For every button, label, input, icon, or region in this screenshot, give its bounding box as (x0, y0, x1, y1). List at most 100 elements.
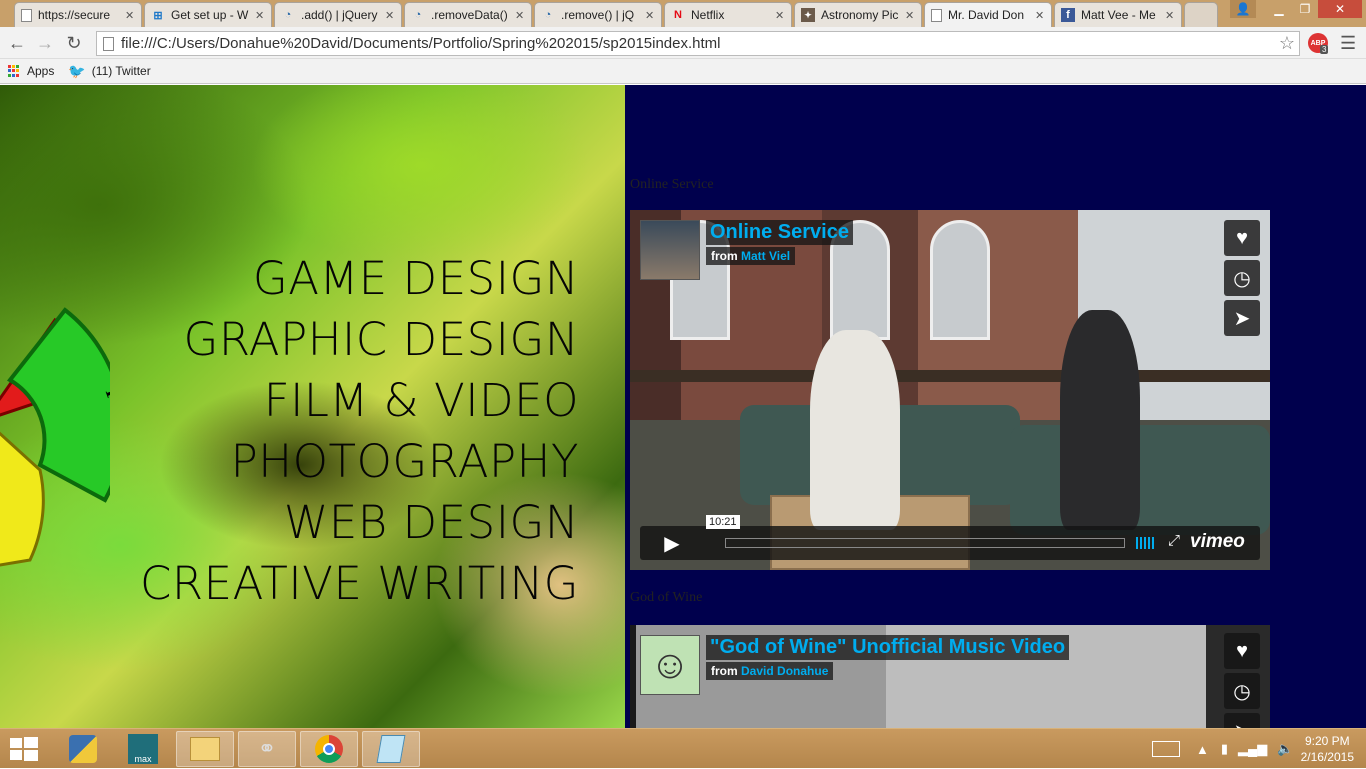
close-icon[interactable]: ✕ (775, 9, 785, 22)
close-icon[interactable]: ✕ (905, 9, 915, 22)
notepad-icon[interactable] (362, 731, 420, 767)
channel-avatar[interactable] (640, 220, 700, 280)
watch-later-clock-icon[interactable]: ◷ (1224, 260, 1260, 296)
video-title[interactable]: Online Service (706, 220, 853, 245)
player-controls: ▶ 10:21 ⤢ vimeo (640, 515, 1260, 560)
nav-game-design[interactable]: GAME DESIGN (140, 248, 579, 309)
netflix-icon: N (674, 9, 682, 21)
apps-grid-icon (8, 64, 21, 78)
scene-person (810, 330, 900, 530)
bookmark-apps[interactable]: Apps (8, 64, 54, 78)
nav-creative-writing[interactable]: CREATIVE WRITING (140, 553, 579, 614)
close-icon[interactable]: ✕ (515, 9, 525, 22)
file-explorer-icon[interactable] (176, 731, 234, 767)
browser-tab[interactable]: ✦ Astronomy Pic ✕ (794, 2, 922, 27)
abp-count: 3 (1320, 45, 1329, 54)
bookmarks-bar: Apps 🐦 (11) Twitter (0, 59, 1366, 84)
volume-icon[interactable] (1136, 537, 1160, 549)
like-heart-icon[interactable]: ♥ (1224, 633, 1260, 669)
close-window-icon[interactable]: ✕ (1318, 0, 1362, 18)
bookmark-label: (11) Twitter (91, 64, 151, 78)
show-hidden-icons-icon[interactable]: ▲ (1196, 742, 1209, 757)
jquery-icon: ◔ (284, 9, 292, 21)
volume-icon[interactable]: 🔈 (1277, 741, 1293, 757)
portfolio-hero: PORTFOLIO GAME DESIGN GRAPHIC DESIGN FIL… (0, 85, 625, 728)
minimize-icon[interactable]: ▁ (1266, 0, 1292, 18)
new-tab-button[interactable] (1184, 2, 1218, 27)
portfolio-nav: GAME DESIGN GRAPHIC DESIGN FILM & VIDEO … (140, 248, 579, 614)
browser-tab-active[interactable]: Mr. David Don ✕ (924, 2, 1052, 27)
nav-photography[interactable]: PHOTOGRAPHY (140, 431, 579, 492)
from-prefix: from (711, 249, 738, 263)
address-bar[interactable]: file:///C:/Users/Donahue%20David/Documen… (96, 31, 1300, 56)
watch-later-clock-icon[interactable]: ◷ (1224, 673, 1260, 709)
back-icon[interactable]: ← (6, 32, 28, 54)
duration-badge: 10:21 (706, 515, 740, 529)
tab-title: Mr. David Don (948, 8, 1025, 22)
video-title[interactable]: "God of Wine" Unofficial Music Video (706, 635, 1070, 660)
tab-title: Netflix (691, 8, 725, 22)
browser-tab[interactable]: ◔ .removeData() ✕ (404, 2, 532, 27)
author-link[interactable]: David Donahue (741, 664, 828, 678)
vimeo-player[interactable]: ☺ "God of Wine" Unofficial Music Video f… (630, 625, 1270, 728)
reload-icon[interactable]: ↻ (63, 32, 85, 54)
share-send-icon[interactable]: ➤ (1224, 713, 1260, 728)
facebook-icon: f (1061, 8, 1075, 22)
fullscreen-icon[interactable]: ⤢ (1168, 532, 1180, 549)
system-tray: ▲ ▮ ▂▄▆ 🔈 (1152, 729, 1293, 769)
system-clock[interactable]: 9:20 PM 2/16/2015 (1301, 733, 1354, 765)
clock-time: 9:20 PM (1304, 734, 1350, 748)
battery-icon[interactable]: ▮ (1221, 741, 1228, 757)
browser-tab[interactable]: N Netflix ✕ (664, 2, 792, 27)
nav-web-design[interactable]: WEB DESIGN (140, 492, 579, 553)
windows-start-icon[interactable] (10, 737, 38, 761)
video-byline: from David Donahue (706, 662, 834, 680)
maya-icon[interactable]: max (114, 731, 172, 767)
vimeo-player[interactable]: Online Service from Matt Viel ♥ ◷ ➤ ▶ 10… (630, 210, 1270, 570)
from-prefix: from (711, 664, 738, 678)
scene-person (1060, 310, 1140, 530)
tab-title: Astronomy Pic (821, 8, 899, 22)
keyboard-icon[interactable] (1152, 741, 1180, 757)
bookmark-star-icon[interactable]: ☆ (1279, 33, 1295, 54)
url-text: file:///C:/Users/Donahue%20David/Documen… (121, 35, 721, 52)
close-icon[interactable]: ✕ (255, 9, 265, 22)
window-controls: 👤 ▁ ❐ ✕ (1230, 0, 1362, 20)
like-heart-icon[interactable]: ♥ (1224, 220, 1260, 256)
browser-tab[interactable]: ⊞ Get set up - W ✕ (144, 2, 272, 27)
default-avatar-icon[interactable]: ☺ (640, 635, 700, 695)
restore-icon[interactable]: ❐ (1292, 0, 1318, 18)
browser-tab[interactable]: ◔ .add() | jQuery ✕ (274, 2, 402, 27)
browser-tab[interactable]: https://secure ✕ (14, 2, 142, 27)
close-icon[interactable]: ✕ (1035, 9, 1045, 22)
progress-bar[interactable] (725, 538, 1125, 548)
browser-tab[interactable]: f Matt Vee - Me ✕ (1054, 2, 1182, 27)
bookmark-twitter[interactable]: 🐦 (11) Twitter (68, 63, 150, 80)
play-icon[interactable]: ▶ (640, 526, 704, 560)
tab-title: .removeData() (431, 8, 508, 22)
browser-tab-strip: https://secure ✕ ⊞ Get set up - W ✕ ◔ .a… (0, 0, 1366, 27)
twitter-icon: 🐦 (68, 62, 86, 79)
author-link[interactable]: Matt Viel (741, 249, 790, 263)
browser-tab[interactable]: ◔ .remove() | jQ ✕ (534, 2, 662, 27)
user-icon[interactable]: 👤 (1230, 0, 1256, 18)
nav-film-video[interactable]: FILM & VIDEO (140, 370, 579, 431)
page-icon (21, 8, 32, 22)
page-content: PORTFOLIO GAME DESIGN GRAPHIC DESIGN FIL… (0, 85, 1366, 728)
nav-graphic-design[interactable]: GRAPHIC DESIGN (140, 309, 579, 370)
python-icon[interactable] (54, 731, 112, 767)
share-send-icon[interactable]: ➤ (1224, 300, 1260, 336)
close-icon[interactable]: ✕ (385, 9, 395, 22)
close-icon[interactable]: ✕ (1165, 9, 1175, 22)
forward-icon[interactable]: → (34, 32, 56, 54)
bookmark-label: Apps (27, 64, 55, 78)
signal-icon[interactable]: ▂▄▆ (1238, 741, 1267, 757)
menu-icon[interactable]: ☰ (1340, 33, 1356, 54)
chrome-icon[interactable] (300, 731, 358, 767)
tab-title: Matt Vee - Me (1081, 8, 1156, 22)
network-icon[interactable]: ⚭ (238, 731, 296, 767)
close-icon[interactable]: ✕ (645, 9, 655, 22)
vimeo-logo[interactable]: vimeo (1190, 531, 1245, 553)
jquery-icon: ◔ (414, 9, 422, 21)
close-icon[interactable]: ✕ (125, 9, 135, 22)
